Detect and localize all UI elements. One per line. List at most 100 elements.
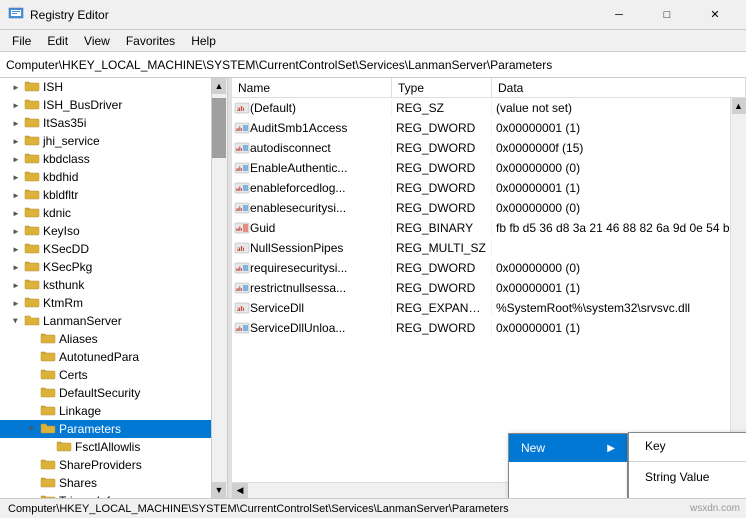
value-row[interactable]: ab restrictnullsessa...REG_DWORD0x000000…: [232, 278, 746, 298]
folder-icon: [40, 331, 56, 348]
tree-item-linkage[interactable]: ►Linkage: [0, 402, 227, 420]
tree-item-kbdclass[interactable]: ►kbdclass: [0, 150, 227, 168]
tree-item-lanmanserver[interactable]: ►LanmanServer: [0, 312, 227, 330]
context-menu-area: New ▶ KeyString ValueBinary ValueDWORD (…: [508, 433, 746, 498]
svg-text:ab: ab: [236, 327, 243, 333]
scroll-left-btn[interactable]: ◀: [232, 483, 248, 499]
value-name-text: NullSessionPipes: [250, 241, 343, 255]
tree-panel: ►ISH►ISH_BusDriver►ItSas35i►jhi_service►…: [0, 78, 228, 498]
val-scroll-up[interactable]: ▲: [732, 98, 746, 114]
maximize-button[interactable]: □: [644, 0, 690, 30]
tree-item-kbdhid[interactable]: ►kbdhid: [0, 168, 227, 186]
tree-item-keyiso[interactable]: ► KeyIso: [0, 222, 227, 240]
value-row[interactable]: ab (Default)REG_SZ(value not set): [232, 98, 746, 118]
tree-scroll[interactable]: ►ISH►ISH_BusDriver►ItSas35i►jhi_service►…: [0, 78, 227, 498]
tree-item-ish[interactable]: ► ISH: [0, 78, 227, 96]
scroll-down-btn[interactable]: ▼: [212, 482, 226, 498]
tree-arrow[interactable]: ►: [8, 223, 24, 239]
tree-label: kbldfltr: [43, 188, 78, 202]
tree-arrow[interactable]: ►: [8, 277, 24, 293]
value-row[interactable]: ab ServiceDllREG_EXPAND_SZ%SystemRoot%\s…: [232, 298, 746, 318]
tree-item-defaultsecurity[interactable]: ►DefaultSecurity: [0, 384, 227, 402]
menu-item-favorites[interactable]: Favorites: [118, 32, 183, 50]
folder-icon: [24, 313, 40, 330]
tree-item-triggerinfo[interactable]: ►TriggerInfo: [0, 492, 227, 498]
value-icon: ab: [234, 101, 250, 115]
value-row[interactable]: ab ServiceDllUnloa...REG_DWORD0x00000001…: [232, 318, 746, 338]
tree-scrollbar[interactable]: ▲ ▼: [211, 78, 227, 498]
col-header-name[interactable]: Name: [232, 78, 392, 97]
value-name-text: requiresecuritysi...: [250, 261, 347, 275]
value-icon: ab: [234, 261, 250, 275]
value-row[interactable]: ab EnableAuthentic...REG_DWORD0x00000000…: [232, 158, 746, 178]
tree-item-fsctlallowlis[interactable]: ►FsctlAllowlis: [0, 438, 227, 456]
tree-arrow[interactable]: ►: [24, 493, 40, 498]
col-header-type[interactable]: Type: [392, 78, 492, 97]
address-bar: Computer\HKEY_LOCAL_MACHINE\SYSTEM\Curre…: [0, 52, 746, 78]
value-row[interactable]: ab enablesecuritysi...REG_DWORD0x0000000…: [232, 198, 746, 218]
tree-arrow[interactable]: ►: [8, 133, 24, 149]
value-row[interactable]: ab enableforcedlog...REG_DWORD0x00000001…: [232, 178, 746, 198]
submenu-item-string_value[interactable]: String Value: [629, 464, 746, 490]
menu-item-edit[interactable]: Edit: [39, 32, 76, 50]
tree-label: KeyIso: [43, 224, 80, 238]
tree-item-kdnic[interactable]: ► kdnic: [0, 204, 227, 222]
tree-item-shares[interactable]: ►Shares: [0, 474, 227, 492]
tree-item-parameters[interactable]: ► Parameters: [0, 420, 227, 438]
tree-item-aliases[interactable]: ►Aliases: [0, 330, 227, 348]
value-row[interactable]: ab autodisconnectREG_DWORD0x0000000f (15…: [232, 138, 746, 158]
menu-item-view[interactable]: View: [76, 32, 118, 50]
tree-arrow[interactable]: ►: [8, 295, 24, 311]
value-row[interactable]: ab GuidREG_BINARYfb fb d5 36 d8 3a 21 46…: [232, 218, 746, 238]
tree-item-autotunedpara[interactable]: ►AutotunedPara: [0, 348, 227, 366]
tree-item-ksecdd[interactable]: ►KSecDD: [0, 240, 227, 258]
tree-item-ish_busdriver[interactable]: ►ISH_BusDriver: [0, 96, 227, 114]
tree-arrow[interactable]: ►: [8, 169, 24, 185]
menu-item-file[interactable]: File: [4, 32, 39, 50]
value-cell-data: 0x00000001 (1): [492, 321, 746, 335]
new-menu-item[interactable]: New ▶: [509, 434, 627, 462]
tree-label: ISH: [43, 80, 63, 94]
tree-arrow[interactable]: ►: [8, 97, 24, 113]
new-submenu-trigger[interactable]: New ▶: [508, 433, 628, 498]
tree-arrow[interactable]: ►: [8, 241, 24, 257]
tree-item-ktmrm[interactable]: ►KtmRm: [0, 294, 227, 312]
folder-icon: [24, 277, 40, 294]
menu-item-help[interactable]: Help: [183, 32, 224, 50]
tree-arrow[interactable]: ►: [8, 115, 24, 131]
tree-label: DefaultSecurity: [59, 386, 140, 400]
tree-item-certs[interactable]: ►Certs: [0, 366, 227, 384]
tree-arrow[interactable]: ►: [8, 151, 24, 167]
submenu-arrow: ▶: [607, 443, 615, 454]
tree-item-ksthunk[interactable]: ►ksthunk: [0, 276, 227, 294]
scroll-up-btn[interactable]: ▲: [212, 78, 226, 94]
submenu-item-binary_value[interactable]: Binary Value: [629, 490, 746, 498]
tree-item-itsas35i[interactable]: ►ItSas35i: [0, 114, 227, 132]
svg-text:ab: ab: [236, 167, 243, 173]
tree-label: kdnic: [43, 206, 71, 220]
tree-item-jhi_service[interactable]: ►jhi_service: [0, 132, 227, 150]
tree-item-kbldfltr[interactable]: ► kbldfltr: [0, 186, 227, 204]
tree-arrow[interactable]: ►: [8, 205, 24, 221]
value-icon: ab: [234, 141, 250, 155]
tree-item-ksecpkg[interactable]: ►KSecPkg: [0, 258, 227, 276]
value-row[interactable]: ab AuditSmb1AccessREG_DWORD0x00000001 (1…: [232, 118, 746, 138]
tree-arrow[interactable]: ►: [8, 259, 24, 275]
minimize-button[interactable]: ─: [596, 0, 642, 30]
values-scrollbar[interactable]: ▲ ▼: [730, 98, 746, 482]
close-button[interactable]: ✕: [692, 0, 738, 30]
folder-icon: [24, 169, 40, 186]
submenu-item-key[interactable]: Key: [629, 433, 746, 459]
scroll-thumb[interactable]: [212, 98, 226, 158]
tree-arrow[interactable]: ►: [8, 313, 24, 329]
tree-arrow[interactable]: ►: [8, 79, 24, 95]
tree-item-shareproviders[interactable]: ►ShareProviders: [0, 456, 227, 474]
tree-arrow[interactable]: ►: [24, 421, 40, 437]
col-header-data[interactable]: Data: [492, 78, 746, 97]
value-row[interactable]: ab NullSessionPipesREG_MULTI_SZ: [232, 238, 746, 258]
value-row[interactable]: ab requiresecuritysi...REG_DWORD0x000000…: [232, 258, 746, 278]
folder-icon: [24, 115, 40, 132]
tree-label: Parameters: [59, 422, 121, 436]
value-cell-type: REG_DWORD: [392, 201, 492, 215]
tree-arrow[interactable]: ►: [8, 187, 24, 203]
